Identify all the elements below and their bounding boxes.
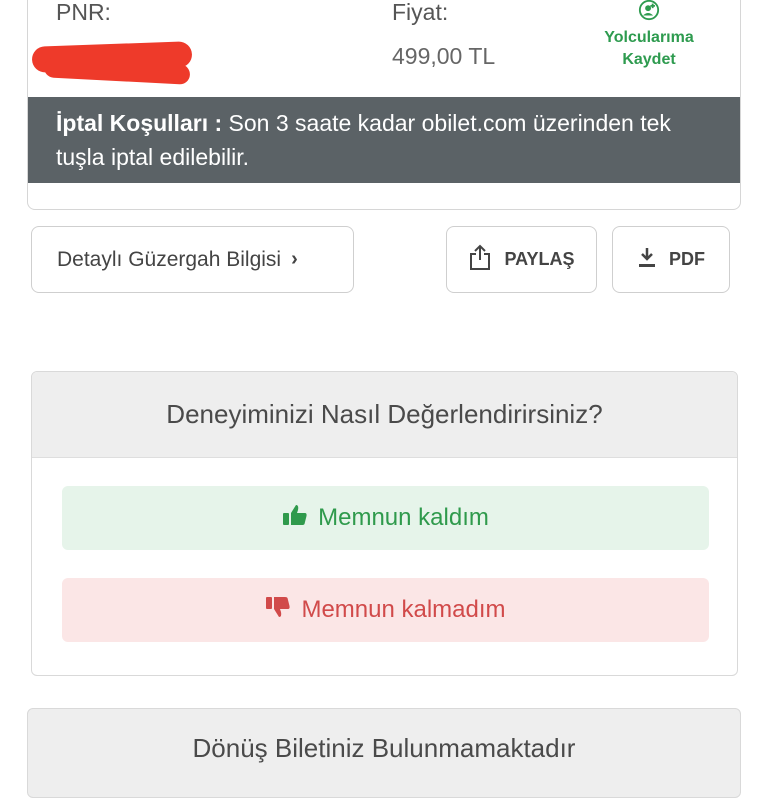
share-button[interactable]: PAYLAŞ — [446, 226, 597, 293]
share-icon — [468, 243, 504, 276]
save-passenger-label-1: Yolcularıma — [604, 29, 694, 46]
feedback-title: Deneyiminizi Nasıl Değerlendirirsiniz? — [32, 372, 737, 458]
ticket-card: PNR: 4 Fiyat: 499,00 TL Yolcularıma Kayd… — [27, 0, 741, 210]
user-add-icon — [580, 0, 718, 27]
feedback-card: Deneyiminizi Nasıl Değerlendirirsiniz? M… — [31, 371, 738, 676]
price-label: Fiyat: — [392, 0, 449, 25]
cancel-conditions-title: İptal Koşulları : — [56, 110, 223, 136]
pnr-label: PNR: — [56, 0, 111, 25]
route-details-label: Detaylı Güzergah Bilgisi — [57, 247, 282, 271]
download-icon — [637, 246, 669, 273]
return-ticket-title: Dönüş Biletiniz Bulunmamaktadır — [192, 733, 576, 763]
satisfied-button[interactable]: Memnun kaldım — [62, 486, 709, 550]
save-passenger-label-2: Kaydet — [622, 51, 676, 68]
route-details-button[interactable]: Detaylı Güzergah Bilgisi › — [31, 226, 354, 293]
pdf-button[interactable]: PDF — [612, 226, 730, 293]
satisfied-label: Memnun kaldım — [318, 504, 489, 531]
thumbs-up-icon — [282, 503, 318, 534]
thumbs-down-icon — [265, 595, 301, 626]
chevron-right-icon: › — [291, 248, 298, 270]
return-ticket-card: Dönüş Biletiniz Bulunmamaktadır — [27, 708, 741, 798]
cancel-conditions-bar: İptal Koşulları : Son 3 saate kadar obil… — [28, 97, 740, 183]
unsatisfied-label: Memnun kalmadım — [301, 596, 506, 623]
save-passenger-button[interactable]: Yolcularıma Kaydet — [580, 0, 718, 71]
unsatisfied-button[interactable]: Memnun kalmadım — [62, 578, 709, 642]
price-value: 499,00 TL — [392, 43, 496, 69]
share-label: PAYLAŞ — [504, 249, 575, 269]
pdf-label: PDF — [669, 249, 705, 269]
